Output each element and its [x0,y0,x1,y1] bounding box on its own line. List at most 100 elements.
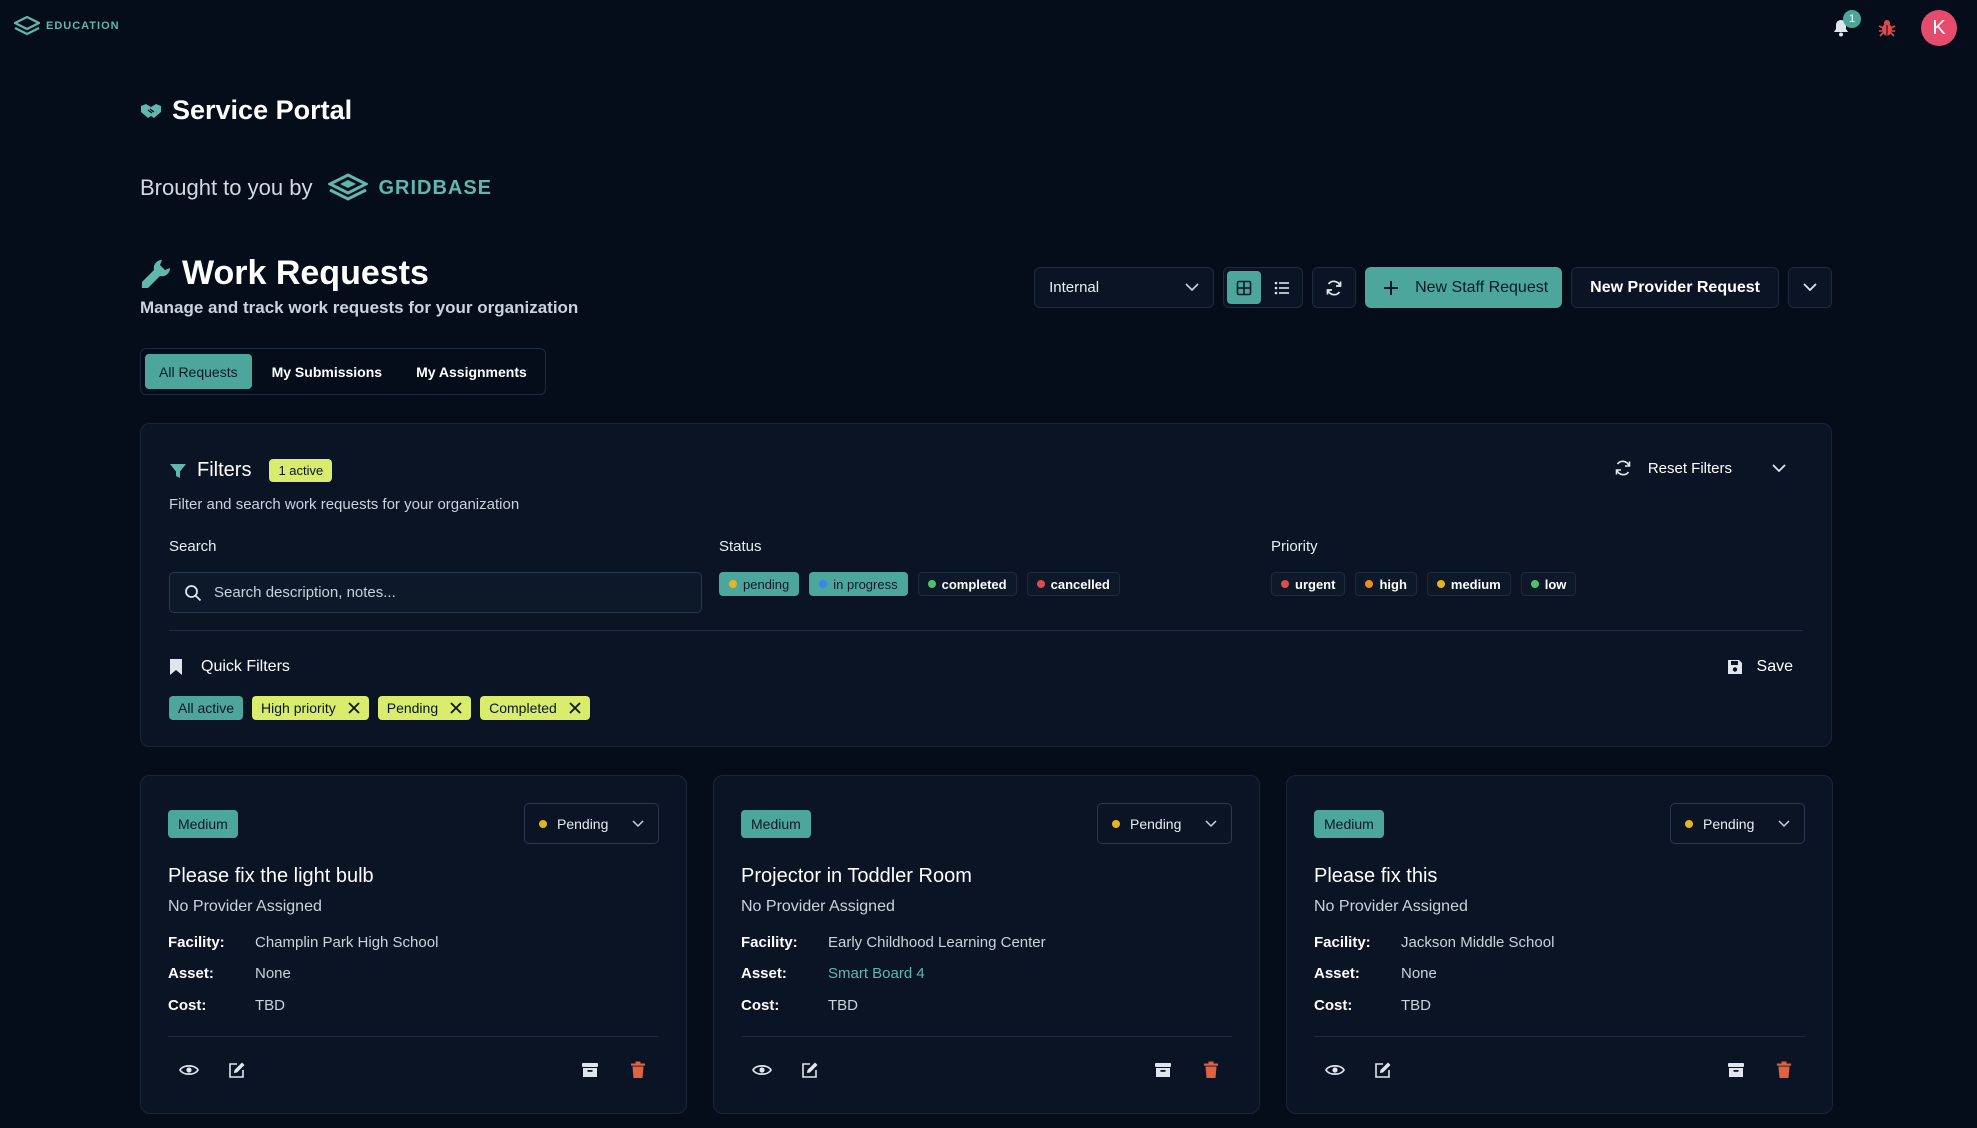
asset-value: None [1401,965,1437,982]
quick-filter-label: Pending [386,700,439,716]
portal-header: Service Portal [140,95,352,126]
chevron-down-icon [632,819,644,827]
chevron-down-icon[interactable] [1772,463,1786,473]
save-label: Save [1756,658,1793,675]
filters-panel: Filters 1 active Filter and search work … [140,423,1832,747]
search-label: Search [169,538,217,555]
new-provider-request-button[interactable]: New Provider Request [1571,267,1779,308]
facility-value: Champlin Park High School [255,934,439,951]
view-button[interactable] [1324,1059,1346,1081]
gridbase-logo: GRIDBASE [328,173,492,203]
quick-filter-pending[interactable]: Pending [377,696,472,720]
list-view-button[interactable] [1265,271,1299,304]
priority-badge: Medium [168,810,238,838]
search-icon [185,584,202,601]
cost-value: TBD [828,997,858,1014]
app-logo[interactable]: EDUCATION [14,16,120,36]
grid-view-button[interactable] [1227,271,1262,304]
facility-value: Early Childhood Learning Center [828,934,1046,951]
eye-icon [179,1065,199,1075]
status-dot [1685,819,1693,828]
tab-my-submissions[interactable]: My Submissions [258,354,396,389]
priority-pill-label: medium [1450,576,1501,592]
request-tabs: All Requests My Submissions My Assignmen… [140,348,546,395]
cost-label: Cost: [168,997,207,1014]
gridbase-logo-icon [328,173,369,201]
new-staff-request-button[interactable]: New Staff Request [1365,267,1563,308]
quick-filter-label: Completed [489,700,557,716]
facility-label: Facility: [741,934,798,951]
archive-button[interactable] [579,1059,601,1081]
user-avatar[interactable]: K [1921,10,1957,46]
status-pill-in-progress[interactable]: in progress [809,572,908,596]
priority-badge: Medium [1314,810,1384,838]
asset-label: Asset: [1314,965,1360,982]
view-toggle [1223,267,1304,308]
scope-select-value: Internal [1049,279,1100,296]
delete-button[interactable] [1773,1059,1795,1081]
card-title: Please fix this [1314,865,1438,887]
status-dot [1112,819,1120,828]
refresh-button[interactable] [1312,267,1357,308]
priority-pill-high[interactable]: high [1355,572,1417,596]
priority-pill-low[interactable]: low [1520,572,1577,596]
scope-select[interactable]: Internal [1034,267,1215,308]
close-icon[interactable] [348,702,360,714]
status-select[interactable]: Pending [524,803,659,844]
tab-all-requests[interactable]: All Requests [145,354,252,389]
more-options-button[interactable] [1788,267,1832,308]
status-dot [729,580,737,588]
delete-button[interactable] [1200,1059,1222,1081]
quick-filter-chips: All active High priority Pending Complet… [169,696,590,720]
status-pill-cancelled[interactable]: cancelled [1026,572,1120,596]
cost-label: Cost: [741,997,780,1014]
bug-report-button[interactable] [1875,16,1899,40]
work-request-card[interactable]: Medium Pending Please fix this No Provid… [1286,775,1833,1114]
status-value: Pending [1703,815,1755,832]
close-icon[interactable] [569,702,581,714]
quick-filter-all-active[interactable]: All active [169,696,244,720]
edit-icon [229,1062,245,1078]
trash-icon [1204,1061,1218,1078]
status-select[interactable]: Pending [1670,803,1805,844]
bookmark-icon [170,659,182,675]
status-pill-label: cancelled [1050,576,1110,592]
tab-my-assignments[interactable]: My Assignments [402,354,541,389]
chevron-down-icon [1778,819,1790,827]
status-dot [1036,580,1045,588]
asset-link[interactable]: Smart Board 4 [828,965,925,982]
status-value: Pending [1130,815,1182,832]
reset-filters-button[interactable]: Reset Filters [1614,459,1786,477]
search-input[interactable]: Search description, notes... [169,572,702,613]
view-button[interactable] [178,1059,200,1081]
edit-button[interactable] [1372,1059,1394,1081]
delete-button[interactable] [627,1059,649,1081]
archive-button[interactable] [1152,1059,1174,1081]
quick-filter-completed[interactable]: Completed [480,696,590,720]
notifications-button[interactable]: 1 [1829,8,1861,48]
quick-filter-high-priority[interactable]: High priority [252,696,369,720]
close-icon[interactable] [450,702,462,714]
facility-value: Jackson Middle School [1401,934,1555,951]
filters-subtitle: Filter and search work requests for your… [169,496,520,513]
priority-pill-medium[interactable]: medium [1426,572,1511,596]
edit-button[interactable] [226,1059,248,1081]
status-pill-pending[interactable]: pending [719,572,800,596]
refresh-icon [1615,460,1631,476]
facility-label: Facility: [1314,934,1371,951]
view-button[interactable] [751,1059,773,1081]
status-select[interactable]: Pending [1097,803,1232,844]
save-filters-button[interactable]: Save [1727,658,1793,676]
priority-pill-urgent[interactable]: urgent [1271,572,1346,596]
status-pill-completed[interactable]: completed [917,572,1017,596]
brought-by-text: Brought to you by [140,175,313,200]
work-request-card[interactable]: Medium Pending Please fix the light bulb… [140,775,687,1114]
card-title: Please fix the light bulb [168,865,374,887]
edit-button[interactable] [799,1059,821,1081]
facility-row: Facility: Champlin Park High School [168,934,438,951]
save-icon [1727,660,1742,674]
archive-button[interactable] [1725,1059,1747,1081]
brought-by: Brought to you by GRIDBASE [140,173,492,203]
archive-icon [1155,1063,1171,1077]
work-request-card[interactable]: Medium Pending Projector in Toddler Room… [713,775,1260,1114]
